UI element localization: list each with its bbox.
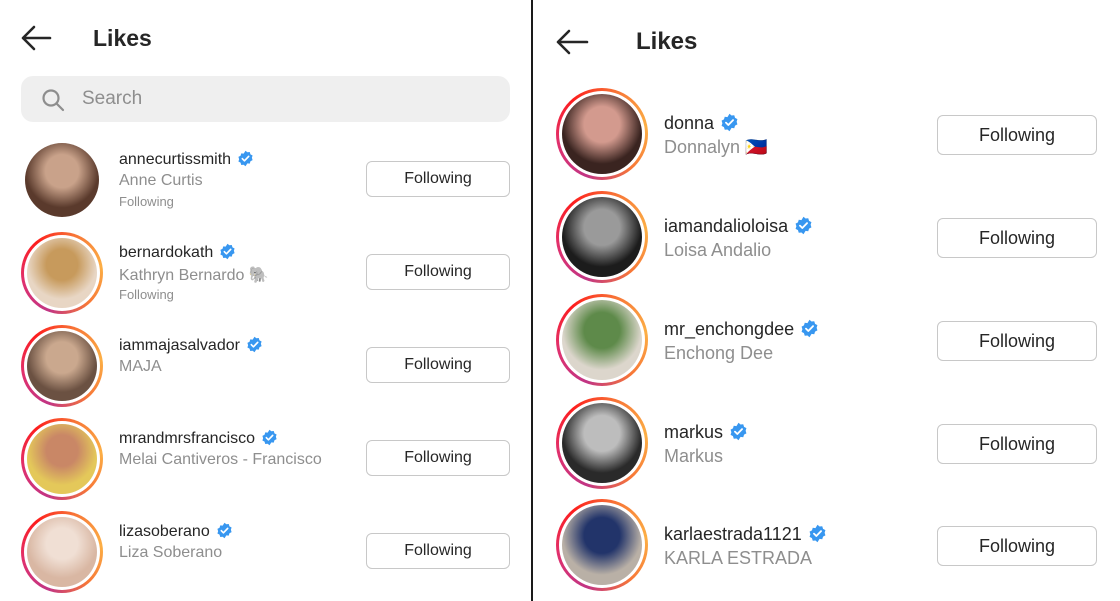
profile-photo: [27, 424, 97, 494]
arrow-left-icon: [21, 25, 52, 51]
verified-badge-icon: [247, 336, 262, 353]
list-item[interactable]: donna Donnalyn 🇵🇭 Following: [533, 86, 1120, 186]
profile-photo: [562, 403, 642, 483]
avatar[interactable]: [556, 397, 648, 489]
following-button[interactable]: Following: [366, 161, 510, 197]
profile-photo: [562, 197, 642, 277]
list-item[interactable]: annecurtissmith Anne Curtis Following Follo…: [0, 137, 531, 227]
username[interactable]: markus: [664, 422, 748, 443]
avatar[interactable]: [556, 191, 648, 283]
likes-panel-right: Likes donna Donnalyn 🇵🇭 Following iamandali…: [533, 0, 1120, 601]
avatar[interactable]: [21, 325, 103, 407]
search-icon: [42, 89, 65, 112]
username-text: mr_enchongdee: [664, 319, 795, 339]
follow-status-label: Following: [119, 194, 174, 209]
profile-photo: [27, 517, 97, 587]
back-button[interactable]: [555, 28, 589, 56]
profile-photo: [562, 505, 642, 585]
avatar[interactable]: [556, 88, 648, 180]
avatar[interactable]: [21, 418, 103, 500]
search-placeholder: Search: [82, 88, 143, 109]
verified-badge-icon: [795, 216, 812, 235]
following-button[interactable]: Following: [937, 218, 1097, 258]
following-button[interactable]: Following: [937, 526, 1097, 566]
following-button[interactable]: Following: [937, 424, 1097, 464]
username-text: markus: [664, 422, 724, 442]
page-title: Likes: [636, 28, 698, 55]
full-name: Donnalyn 🇵🇭: [664, 137, 768, 157]
username-text: lizasoberano: [119, 523, 210, 540]
verified-badge-icon: [217, 522, 232, 539]
full-name: Markus: [664, 446, 724, 466]
username[interactable]: annecurtissmith: [119, 150, 254, 169]
verified-badge-icon: [801, 319, 818, 338]
username[interactable]: iamandalioloisa: [664, 216, 813, 237]
username[interactable]: bernardokath: [119, 243, 236, 262]
verified-badge-icon: [809, 524, 826, 543]
list-item[interactable]: iamandalioloisa Loisa Andalio Following: [533, 189, 1120, 289]
following-button[interactable]: Following: [937, 321, 1097, 361]
following-button[interactable]: Following: [366, 254, 510, 290]
username[interactable]: mrandmrsfrancisco: [119, 429, 278, 448]
list-item[interactable]: bernardokath Kathryn Bernardo 🐘 Following F…: [0, 230, 531, 320]
username[interactable]: lizasoberano: [119, 522, 233, 541]
list-item[interactable]: lizasoberano Liza Soberano Following: [0, 509, 531, 599]
username-text: karlaestrada1121: [664, 524, 802, 544]
full-name: Anne Curtis: [119, 172, 203, 189]
avatar[interactable]: [21, 511, 103, 593]
full-name: Enchong Dee: [664, 343, 774, 363]
avatar[interactable]: [556, 294, 648, 386]
username-text: iammajasalvador: [119, 337, 240, 354]
full-name: Melai Cantiveros - Francisco: [119, 451, 322, 468]
following-button[interactable]: Following: [366, 347, 510, 383]
avatar[interactable]: [21, 232, 103, 314]
following-button[interactable]: Following: [366, 533, 510, 569]
username-text: iamandalioloisa: [664, 216, 789, 236]
profile-photo: [27, 238, 97, 308]
verified-badge-icon: [721, 113, 738, 132]
full-name: KARLA ESTRADA: [664, 548, 813, 568]
profile-photo: [562, 300, 642, 380]
full-name: Loisa Andalio: [664, 240, 772, 260]
likes-panel-left: Likes Search annecurtissmith Anne Curtis F…: [0, 0, 531, 601]
following-button[interactable]: Following: [366, 440, 510, 476]
avatar[interactable]: [556, 499, 648, 591]
list-item[interactable]: markus Markus Following: [533, 395, 1120, 495]
username-text: bernardokath: [119, 244, 214, 261]
profile-photo: [27, 331, 97, 401]
search-input[interactable]: Search: [21, 76, 510, 122]
header: Likes: [533, 0, 1120, 80]
full-name: Liza Soberano: [119, 544, 223, 561]
username-text: donna: [664, 113, 715, 133]
list-item[interactable]: mrandmrsfrancisco Melai Cantiveros - Fran…: [0, 416, 531, 506]
profile-photo: [562, 94, 642, 174]
full-name: MAJA: [119, 358, 162, 375]
follow-status-label: Following: [119, 287, 174, 302]
list-item[interactable]: karlaestrada1121 KARLA ESTRADA Following: [533, 497, 1120, 597]
username[interactable]: iammajasalvador: [119, 336, 263, 355]
verified-badge-icon: [262, 429, 277, 446]
username[interactable]: donna: [664, 113, 739, 134]
username-text: annecurtissmith: [119, 151, 232, 168]
page-title: Likes: [93, 25, 152, 51]
full-name: Kathryn Bernardo 🐘: [119, 267, 269, 284]
following-button[interactable]: Following: [937, 115, 1097, 155]
username[interactable]: mr_enchongdee: [664, 319, 819, 340]
profile-photo: [25, 143, 99, 217]
verified-badge-icon: [730, 422, 747, 441]
arrow-left-icon: [556, 29, 589, 55]
header: Likes: [0, 0, 531, 80]
verified-badge-icon: [220, 243, 235, 260]
back-button[interactable]: [20, 24, 52, 52]
list-item[interactable]: iammajasalvador MAJA Following: [0, 323, 531, 413]
avatar[interactable]: [21, 139, 103, 221]
username[interactable]: karlaestrada1121: [664, 524, 827, 545]
list-item[interactable]: mr_enchongdee Enchong Dee Following: [533, 292, 1120, 392]
username-text: mrandmrsfrancisco: [119, 430, 256, 447]
verified-badge-icon: [238, 150, 253, 167]
